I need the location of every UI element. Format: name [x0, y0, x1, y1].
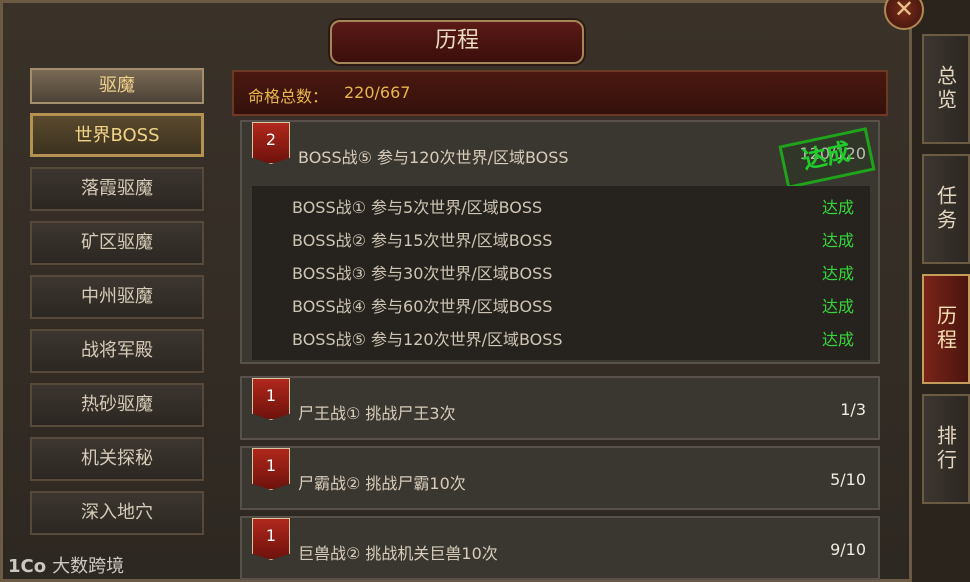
sub-achievement-status: 达成	[821, 264, 854, 283]
achievement-title: 尸霸战② 挑战尸霸10次	[298, 474, 466, 493]
sub-achievement-status: 达成	[821, 297, 854, 316]
category-item[interactable]: 机关探秘	[30, 437, 204, 481]
level-badge: 1	[252, 448, 290, 490]
achievement-progress: 9/10	[830, 540, 866, 559]
category-item[interactable]: 深入地穴	[30, 491, 204, 535]
list-item: BOSS战② 参与15次世界/区域BOSS 达成	[292, 227, 862, 257]
level-badge: 1	[252, 378, 290, 420]
list-item: BOSS战⑤ 参与120次世界/区域BOSS 达成	[292, 326, 862, 356]
achievement-card-expanded[interactable]: 2 BOSS战⑤ 参与120次世界/区域BOSS 120/120 达成 BOSS…	[240, 120, 880, 364]
sub-achievement-text: BOSS战① 参与5次世界/区域BOSS	[292, 198, 543, 217]
completed-stamp: 达成	[778, 127, 876, 189]
achievement-progress: 1/3	[840, 400, 866, 419]
category-item[interactable]: 中州驱魔	[30, 275, 204, 319]
sub-achievement-status: 达成	[821, 330, 854, 349]
total-count-bar: 命格总数： 220/667	[232, 70, 888, 116]
sub-achievement-text: BOSS战⑤ 参与120次世界/区域BOSS	[292, 330, 563, 349]
sub-achievement-text: BOSS战② 参与15次世界/区域BOSS	[292, 231, 553, 250]
sub-achievement-status: 达成	[821, 231, 854, 250]
sub-achievement-text: BOSS战③ 参与30次世界/区域BOSS	[292, 264, 553, 283]
achievement-card[interactable]: 1 尸王战① 挑战尸王3次 1/3	[240, 376, 880, 440]
achievement-panel: 命格总数： 220/667 2 BOSS战⑤ 参与120次世界/区域BOSS 1…	[232, 70, 888, 582]
watermark: 1Co 大数跨境	[8, 552, 124, 578]
achievement-title: BOSS战⑤ 参与120次世界/区域BOSS	[298, 148, 569, 167]
list-item: BOSS战④ 参与60次世界/区域BOSS 达成	[292, 293, 862, 323]
level-badge: 2	[252, 122, 290, 164]
category-list: 驱魔 世界BOSS 落霞驱魔 矿区驱魔 中州驱魔 战将军殿 热砂驱魔 机关探秘 …	[22, 68, 218, 568]
sub-achievement-status: 达成	[821, 198, 854, 217]
watermark-logo: 1Co	[8, 556, 47, 577]
category-item[interactable]: 矿区驱魔	[30, 221, 204, 265]
category-item[interactable]: 落霞驱魔	[30, 167, 204, 211]
category-item[interactable]: 战将军殿	[30, 329, 204, 373]
tab-ranking[interactable]: 排行	[922, 394, 970, 504]
tab-history[interactable]: 历程	[922, 274, 970, 384]
list-item: BOSS战① 参与5次世界/区域BOSS 达成	[292, 194, 862, 224]
watermark-text: 大数跨境	[52, 556, 125, 577]
achievement-card[interactable]: 1 尸霸战② 挑战尸霸10次 5/10	[240, 446, 880, 510]
achievement-title: 巨兽战② 挑战机关巨兽10次	[298, 544, 498, 563]
tab-tasks[interactable]: 任务	[922, 154, 970, 264]
achievement-progress: 5/10	[830, 470, 866, 489]
window-title: 历程	[330, 20, 584, 64]
category-world-boss[interactable]: 世界BOSS	[30, 113, 204, 157]
achievement-title: 尸王战① 挑战尸王3次	[298, 404, 456, 423]
total-count-value: 220/667	[344, 83, 411, 102]
level-badge: 1	[252, 518, 290, 560]
sub-achievement-list: BOSS战① 参与5次世界/区域BOSS 达成 BOSS战② 参与15次世界/区…	[252, 186, 870, 360]
sub-achievement-text: BOSS战④ 参与60次世界/区域BOSS	[292, 297, 553, 316]
achievement-card[interactable]: 1 巨兽战② 挑战机关巨兽10次 9/10	[240, 516, 880, 580]
list-item: BOSS战③ 参与30次世界/区域BOSS 达成	[292, 260, 862, 290]
tab-overview[interactable]: 总览	[922, 34, 970, 144]
total-count-label: 命格总数：	[248, 87, 329, 106]
category-item[interactable]: 热砂驱魔	[30, 383, 204, 427]
category-header[interactable]: 驱魔	[30, 68, 204, 104]
right-tab-bar: 总览 任务 历程 排行	[918, 34, 970, 582]
